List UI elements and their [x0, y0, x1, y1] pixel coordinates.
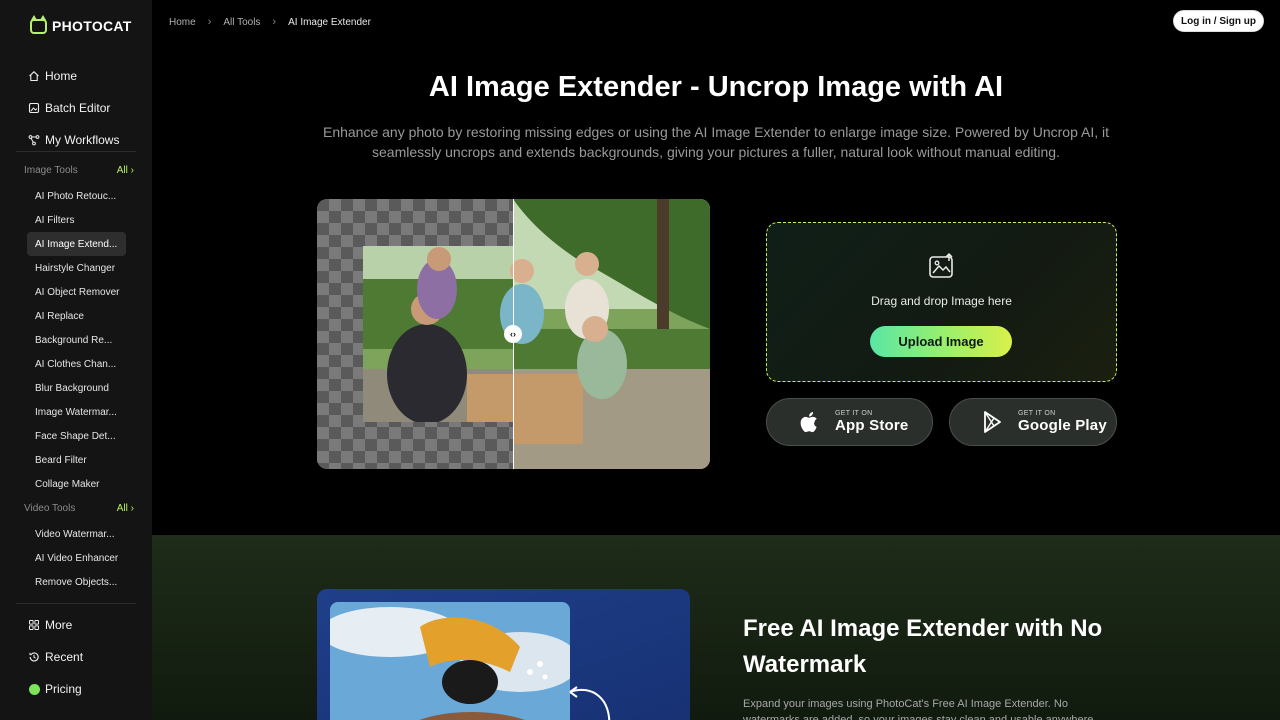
nav-label: Pricing — [45, 682, 82, 696]
chevron-right-icon: › — [130, 165, 134, 176]
nav-label: More — [45, 618, 73, 632]
nav-recent[interactable]: Recent — [28, 641, 138, 673]
image-tool-item[interactable]: Background Re... — [27, 328, 126, 352]
video-tools-header: Video Tools All › — [24, 503, 134, 514]
image-tool-item[interactable]: AI Photo Retouc... — [27, 184, 126, 208]
drag-handle-icon[interactable]: ‹› — [504, 325, 522, 343]
page-title: AI Image Extender - Uncrop Image with AI — [428, 71, 1004, 103]
original-photo — [363, 246, 513, 422]
google-play-button[interactable]: GET IT ON Google Play — [949, 398, 1117, 446]
chevron-right-icon: › — [272, 16, 277, 28]
nav-home[interactable]: Home — [28, 60, 138, 92]
video-tools-list: Video Watermar... AI Video Enhancer Remove… — [27, 522, 126, 594]
upload-image-button[interactable]: Upload Image — [870, 326, 1012, 357]
image-tool-item[interactable]: AI Replace — [27, 304, 126, 328]
google-play-small-text: GET IT ON — [1018, 410, 1056, 417]
video-tool-item[interactable]: AI Video Enhancer — [27, 546, 126, 570]
home-icon — [28, 70, 40, 82]
cat-logo-icon — [30, 14, 47, 34]
breadcrumb-current: AI Image Extender — [288, 16, 371, 28]
feature-description: Expand your images using PhotoCat's Free… — [743, 698, 1097, 720]
bottom-nav: More Recent Pricing — [28, 609, 138, 705]
image-tool-item[interactable]: AI Object Remover — [27, 280, 126, 304]
pricing-icon — [28, 683, 40, 695]
feature-photo — [330, 602, 570, 720]
image-tools-list: AI Photo Retouc... AI Filters AI Image Ext… — [27, 184, 126, 496]
sidebar-divider — [16, 603, 136, 604]
image-tool-item[interactable]: AI Clothes Chan... — [27, 352, 126, 376]
image-tools-heading: Image Tools — [24, 165, 78, 176]
app-store-label: App Store — [835, 417, 909, 434]
app-store-small-text: GET IT ON — [835, 410, 873, 417]
main-nav: Home Batch Editor My Workflows — [28, 60, 138, 156]
app-store-button[interactable]: GET IT ON App Store — [766, 398, 933, 446]
chevron-right-icon: › — [207, 16, 212, 28]
image-tool-item[interactable]: Beard Filter — [27, 448, 126, 472]
image-tool-item[interactable]: Collage Maker — [27, 472, 126, 496]
feature-image-card — [317, 589, 690, 720]
extended-photo — [513, 199, 710, 469]
breadcrumb: Home › All Tools › AI Image Extender — [169, 16, 371, 28]
image-icon — [28, 102, 40, 114]
image-tool-item[interactable]: Face Shape Det... — [27, 424, 126, 448]
image-tool-item[interactable]: Blur Background — [27, 376, 126, 400]
nav-label: Home — [45, 69, 78, 83]
nav-label: Recent — [45, 650, 84, 664]
chevron-right-icon: › — [130, 503, 134, 514]
dropzone-text: Drag and drop Image here — [871, 294, 1012, 308]
grid-icon — [28, 619, 40, 631]
nav-pricing[interactable]: Pricing — [28, 673, 138, 705]
upload-dropzone[interactable]: Drag and drop Image here Upload Image — [766, 222, 1117, 382]
video-tools-all-link[interactable]: All › — [117, 503, 134, 514]
page-subtitle: Enhance any photo by restoring missing e… — [322, 124, 1109, 160]
brand-logo[interactable]: PHOTOCAT — [30, 14, 132, 34]
google-play-label: Google Play — [1018, 417, 1107, 434]
video-tool-item[interactable]: Video Watermar... — [27, 522, 126, 546]
image-tools-header: Image Tools All › — [24, 165, 134, 176]
image-upload-icon — [929, 252, 953, 278]
feature-title: Free AI Image Extender with No Watermark — [743, 615, 1103, 678]
login-signup-button[interactable]: Log in / Sign up — [1173, 10, 1264, 32]
google-play-icon — [984, 411, 1001, 433]
nav-batch-editor[interactable]: Batch Editor — [28, 92, 138, 124]
breadcrumb-home[interactable]: Home — [169, 17, 196, 28]
image-tool-item[interactable]: AI Image Extend... — [27, 232, 126, 256]
app-root: PHOTOCAT Home Batch Editor My Workflows — [0, 0, 1280, 720]
sidebar-divider — [16, 151, 136, 152]
image-tool-item[interactable]: Image Watermar... — [27, 400, 126, 424]
workflow-icon — [28, 134, 40, 146]
breadcrumb-all-tools[interactable]: All Tools — [223, 17, 260, 28]
image-tool-item[interactable]: AI Filters — [27, 208, 126, 232]
sidebar: PHOTOCAT Home Batch Editor My Workflows — [0, 0, 152, 720]
nav-label: My Workflows — [45, 133, 120, 147]
curved-arrow-icon — [569, 686, 611, 720]
nav-label: Batch Editor — [45, 101, 111, 115]
video-tool-item[interactable]: Remove Objects... — [27, 570, 126, 594]
before-after-comparison[interactable]: ‹› — [317, 199, 710, 469]
image-tool-item[interactable]: Hairstyle Changer — [27, 256, 126, 280]
nav-more[interactable]: More — [28, 609, 138, 641]
image-tools-all-link[interactable]: All › — [117, 165, 134, 176]
brand-name: PHOTOCAT — [52, 18, 132, 34]
apple-icon — [800, 412, 817, 433]
video-tools-heading: Video Tools — [24, 503, 76, 514]
history-icon — [28, 651, 40, 663]
